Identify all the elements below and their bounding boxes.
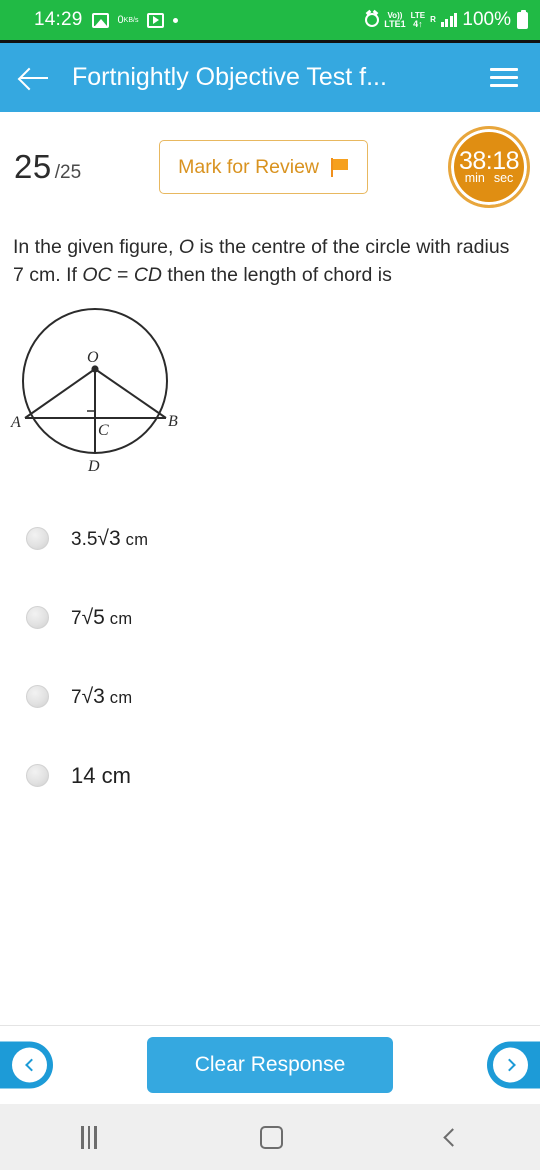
option-1-unit: cm bbox=[125, 530, 149, 549]
video-icon bbox=[147, 12, 165, 28]
battery-percent: 100% bbox=[462, 9, 511, 30]
alarm-icon bbox=[365, 13, 380, 27]
back-arrow-icon[interactable] bbox=[18, 61, 52, 95]
option-row-4[interactable]: 14 cm bbox=[26, 736, 540, 815]
question-text-part1: In the given figure, bbox=[13, 236, 179, 258]
radio-button-1[interactable] bbox=[26, 527, 49, 551]
volte-icon: Vo)) LTE1 bbox=[384, 10, 406, 29]
status-time: 14:29 bbox=[34, 9, 83, 30]
option-3-coefficient: 7 bbox=[71, 686, 82, 708]
home-icon[interactable] bbox=[259, 1125, 283, 1149]
flag-icon bbox=[331, 157, 349, 177]
page-title: Fortnightly Objective Test f... bbox=[72, 63, 387, 91]
option-2-radical: √5 bbox=[81, 605, 105, 629]
previous-question-button[interactable] bbox=[0, 1041, 53, 1089]
mark-for-review-button[interactable]: Mark for Review bbox=[159, 140, 369, 194]
hamburger-menu-icon[interactable] bbox=[490, 68, 518, 87]
status-bar: 14:29 0 KB/s Vo)) LTE1 LTE 4↑ R 100% bbox=[0, 0, 540, 40]
timer-units: min sec bbox=[465, 172, 514, 185]
next-question-button[interactable] bbox=[487, 1041, 540, 1089]
network-speed-unit: KB/s bbox=[123, 16, 139, 24]
lte-icon: LTE 4↑ bbox=[410, 10, 426, 29]
option-row-2[interactable]: 7 √5 cm bbox=[26, 578, 540, 657]
action-bar: Clear Response bbox=[0, 1026, 540, 1104]
question-text-equals: = bbox=[111, 263, 134, 286]
option-label-3: 7 √3 cm bbox=[71, 685, 132, 709]
option-3-radical: √3 bbox=[81, 684, 105, 708]
option-row-3[interactable]: 7 √3 cm bbox=[26, 657, 540, 736]
status-bar-left: 14:29 0 KB/s bbox=[34, 9, 179, 31]
option-row-1[interactable]: 3.5 √3 cm bbox=[26, 499, 540, 578]
option-1-radical: √3 bbox=[97, 526, 121, 550]
circle-chord-diagram: O A B C D bbox=[0, 289, 540, 481]
network-speed-icon: 0 KB/s bbox=[118, 14, 139, 26]
question-total-number: /25 bbox=[54, 162, 82, 183]
option-3-unit: cm bbox=[109, 688, 133, 707]
radio-button-2[interactable] bbox=[26, 606, 49, 630]
option-2-unit: cm bbox=[109, 609, 133, 628]
question-var-oc: OC bbox=[82, 263, 112, 286]
question-header: 25/25 Mark for Review 38:18 min sec bbox=[0, 112, 540, 222]
app-bar: Fortnightly Objective Test f... bbox=[0, 40, 540, 112]
circle-chord-diagram-svg: O A B C D bbox=[10, 308, 178, 475]
option-label-2: 7 √5 cm bbox=[71, 606, 132, 630]
signal-bars-icon bbox=[440, 13, 458, 27]
question-text-part4: then the length of chord is bbox=[162, 263, 392, 286]
photo-icon bbox=[91, 12, 109, 28]
phone-screen: 14:29 0 KB/s Vo)) LTE1 LTE 4↑ R 100% For… bbox=[0, 0, 540, 1170]
countdown-timer: 38:18 min sec bbox=[448, 126, 530, 208]
battery-icon bbox=[517, 9, 528, 29]
chevron-left-icon bbox=[12, 1047, 47, 1083]
question-var-o: O bbox=[178, 236, 195, 258]
question-current-number: 25 bbox=[14, 148, 52, 185]
svg-text:O: O bbox=[87, 349, 99, 366]
question-var-cd: CD bbox=[133, 263, 163, 286]
roaming-icon: R bbox=[430, 15, 436, 24]
question-counter: 25/25 bbox=[14, 148, 81, 186]
svg-text:A: A bbox=[10, 414, 21, 431]
chevron-right-icon bbox=[493, 1047, 528, 1083]
option-2-coefficient: 7 bbox=[71, 607, 82, 629]
status-bar-right: Vo)) LTE1 LTE 4↑ R 100% bbox=[365, 9, 528, 31]
mark-for-review-label: Mark for Review bbox=[178, 155, 320, 178]
system-navigation-bar bbox=[0, 1104, 540, 1170]
svg-text:C: C bbox=[98, 422, 109, 439]
question-text: In the given figure, O is the centre of … bbox=[0, 222, 540, 289]
radio-button-3[interactable] bbox=[26, 685, 49, 709]
clear-response-button[interactable]: Clear Response bbox=[147, 1037, 393, 1093]
svg-text:B: B bbox=[168, 413, 178, 430]
svg-text:D: D bbox=[87, 458, 100, 475]
option-label-1: 3.5 √3 cm bbox=[71, 527, 148, 551]
recent-apps-icon[interactable] bbox=[81, 1125, 97, 1149]
dot-icon bbox=[173, 17, 179, 23]
radio-button-4[interactable] bbox=[26, 764, 49, 788]
option-1-coefficient: 3.5 bbox=[71, 528, 98, 550]
back-icon[interactable] bbox=[442, 1127, 462, 1147]
options-list: 3.5 √3 cm 7 √5 cm 7 √3 cm 14 cm bbox=[0, 481, 540, 815]
timer-unit-minutes: min bbox=[464, 171, 485, 186]
timer-unit-seconds: sec bbox=[493, 171, 514, 186]
option-label-4: 14 cm bbox=[71, 762, 131, 788]
